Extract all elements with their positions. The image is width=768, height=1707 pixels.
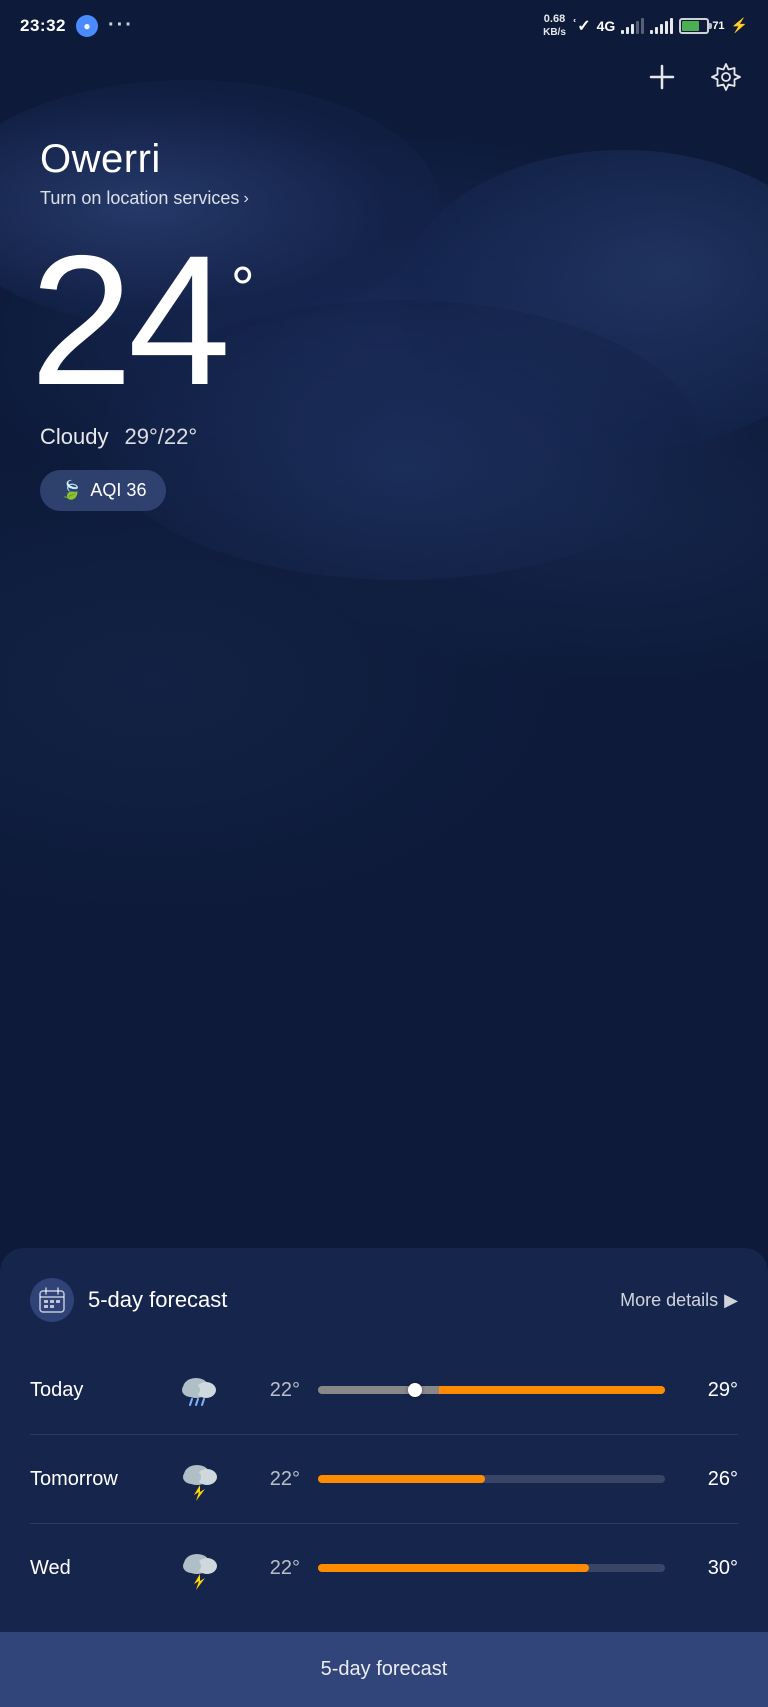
status-bar: 23:32 ● ··· 0.68 KB/s ʿ✓ 4G <box>0 0 768 47</box>
temp-high: 29° <box>124 424 157 449</box>
temp-min-wed: 22° <box>240 1557 300 1580</box>
city-section: Owerri Turn on location services › <box>0 107 768 209</box>
settings-icon <box>711 62 741 92</box>
signal-bars-1 <box>621 18 644 34</box>
settings-button[interactable] <box>704 55 748 99</box>
temp-max-today: 29° <box>683 1379 738 1402</box>
network-type: 4G <box>597 18 616 34</box>
status-time: 23:32 <box>20 16 66 36</box>
data-speed: 0.68 KB/s <box>543 12 566 39</box>
temp-min-today: 22° <box>240 1379 300 1402</box>
vpn-icon: ● <box>76 15 98 37</box>
five-day-forecast-button[interactable]: 5-day forecast <box>0 1632 768 1707</box>
temperature-value: 24 <box>30 229 226 414</box>
temp-bar-dot <box>408 1383 422 1397</box>
day-label-wed: Wed <box>30 1557 160 1580</box>
temp-max-wed: 30° <box>683 1557 738 1580</box>
battery-level: 71 <box>712 20 724 32</box>
weather-description: Cloudy 29°/22° <box>0 414 768 450</box>
aqi-badge[interactable]: 🍃 AQI 36 <box>40 470 166 511</box>
temp-bar-today <box>318 1386 665 1394</box>
temp-bar-wed <box>318 1564 665 1572</box>
more-details-chevron: ▶ <box>724 1290 738 1311</box>
forecast-row-wed: Wed 22° 30° <box>30 1524 738 1612</box>
forecast-title: 5-day forecast <box>88 1287 227 1313</box>
day-label-tomorrow: Tomorrow <box>30 1468 160 1491</box>
day-label-today: Today <box>30 1379 160 1402</box>
top-actions <box>0 47 768 107</box>
more-details-label: More details <box>620 1290 718 1311</box>
forecast-title-row: 5-day forecast <box>30 1278 227 1322</box>
chevron-right-icon: › <box>243 190 248 208</box>
temperature-section: 24 ° <box>0 209 768 414</box>
overflow-dots: ··· <box>108 14 134 37</box>
temp-bar-tomorrow <box>318 1475 665 1483</box>
forecast-row-today: Today 22° 29° <box>30 1346 738 1435</box>
plus-icon <box>647 62 677 92</box>
bluetooth-icon: ʿ✓ <box>572 16 591 36</box>
temp-max-tomorrow: 26° <box>683 1468 738 1491</box>
location-link[interactable]: Turn on location services › <box>40 188 728 209</box>
forecast-card: 5-day forecast More details ▶ Today <box>0 1248 768 1707</box>
battery-indicator: 71 <box>679 18 724 34</box>
temp-min-tomorrow: 22° <box>240 1468 300 1491</box>
more-details-button[interactable]: More details ▶ <box>620 1290 738 1311</box>
charging-icon: ⚡ <box>731 17 748 34</box>
weather-icon-tomorrow <box>170 1457 230 1501</box>
add-button[interactable] <box>640 55 684 99</box>
battery-fill <box>682 21 699 31</box>
forecast-row-tomorrow: Tomorrow 22° 26° <box>30 1435 738 1524</box>
forecast-header: 5-day forecast More details ▶ <box>30 1278 738 1322</box>
calendar-icon <box>30 1278 74 1322</box>
weather-icon-wed <box>170 1546 230 1590</box>
condition-label: Cloudy <box>40 424 108 450</box>
aqi-value: AQI 36 <box>90 480 146 501</box>
location-prompt: Turn on location services <box>40 188 239 209</box>
signal-bars-2 <box>650 18 673 34</box>
temp-low: 22° <box>164 424 197 449</box>
aqi-section: 🍃 AQI 36 <box>0 450 768 511</box>
temp-range: 29°/22° <box>124 424 197 450</box>
weather-icon-today <box>170 1368 230 1412</box>
leaf-icon: 🍃 <box>60 480 82 501</box>
degree-symbol: ° <box>231 259 250 319</box>
city-name: Owerri <box>40 137 728 182</box>
